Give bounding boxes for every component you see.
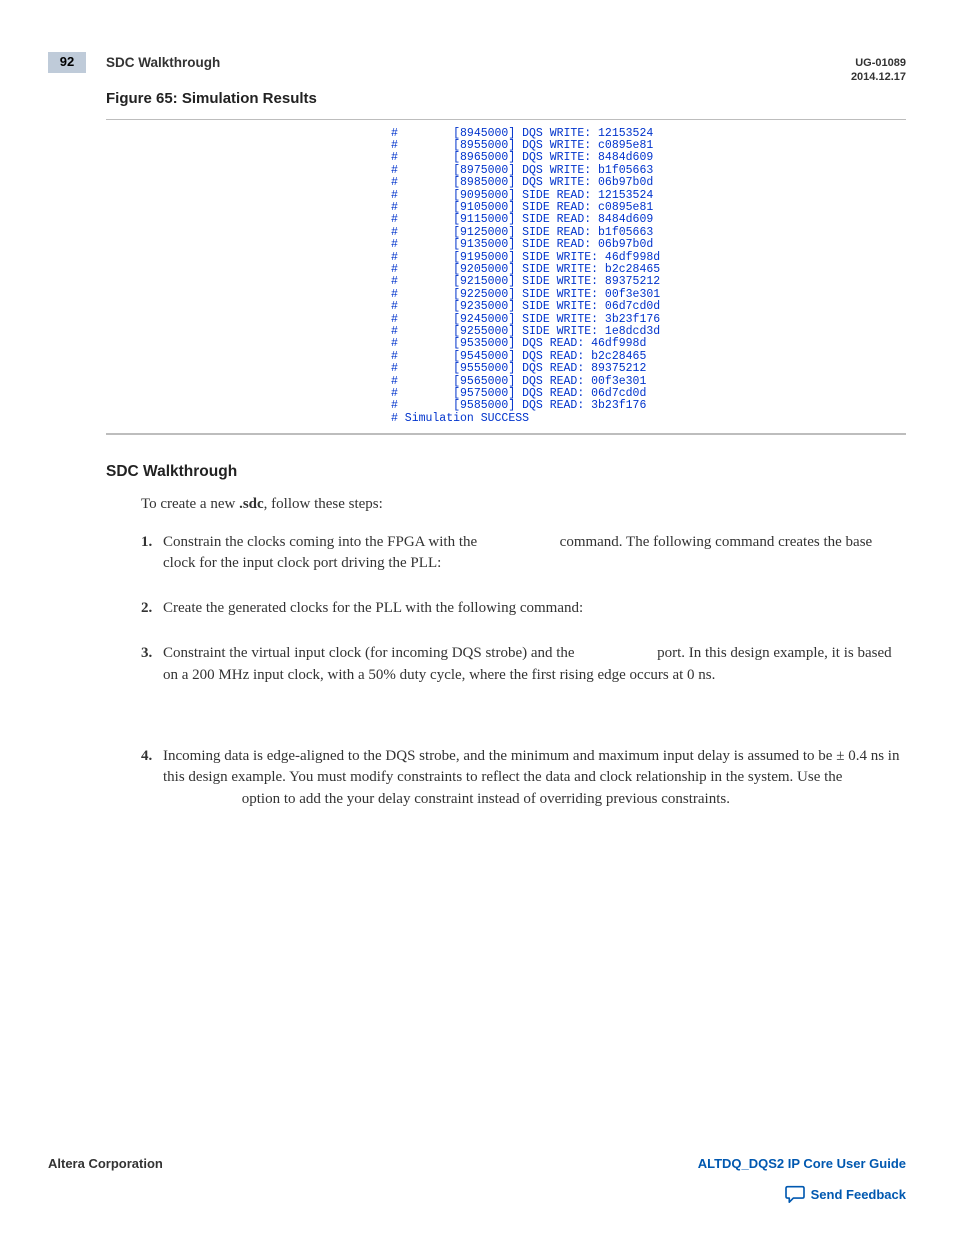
section-heading: SDC Walkthrough — [106, 463, 906, 481]
footer-guide-link[interactable]: ALTDQ_DQS2 IP Core User Guide — [698, 1156, 906, 1171]
step-text-pre: Constrain the clocks coming into the FPG… — [163, 534, 481, 550]
send-feedback-link[interactable]: Send Feedback — [811, 1187, 906, 1202]
step-text-pre: Incoming data is edge-aligned to the DQS… — [163, 748, 899, 785]
step-item: 3. Constraint the virtual input clock (fo… — [141, 643, 906, 686]
step-number: 4. — [141, 746, 152, 767]
simulation-output: # [8945000] DQS WRITE: 12153524 # [89550… — [106, 119, 906, 436]
intro-paragraph: To create a new .sdc, follow these steps… — [141, 494, 906, 514]
intro-bold: .sdc — [239, 496, 264, 512]
step-number: 1. — [141, 532, 152, 553]
step-item: 1. Constrain the clocks coming into the F… — [141, 532, 906, 575]
intro-text-post: , follow these steps: — [264, 496, 383, 512]
page-footer: Altera Corporation ALTDQ_DQS2 IP Core Us… — [48, 1156, 906, 1203]
step-number: 3. — [141, 643, 152, 664]
step-item: 2. Create the generated clocks for the PL… — [141, 598, 906, 619]
figure-caption: Figure 65: Simulation Results — [106, 90, 906, 107]
inline-gap — [578, 645, 653, 661]
doc-id: UG-01089 — [851, 57, 906, 71]
simulation-log: # [8945000] DQS WRITE: 12153524 # [89550… — [106, 128, 906, 426]
intro-text-pre: To create a new — [141, 496, 239, 512]
footer-corp: Altera Corporation — [48, 1156, 163, 1171]
step-text-pre: Create the generated clocks for the PLL … — [163, 600, 583, 616]
ordered-steps: 1. Constrain the clocks coming into the F… — [141, 532, 906, 810]
step-text-pre: Constraint the virtual input clock (for … — [163, 645, 578, 661]
feedback-icon — [785, 1185, 805, 1203]
step-number: 2. — [141, 598, 152, 619]
step-text-post: option to add the your delay constraint … — [238, 791, 730, 807]
step-item: 4. Incoming data is edge-aligned to the D… — [141, 746, 906, 810]
breadcrumb: SDC Walkthrough — [106, 55, 220, 70]
doc-date: 2014.12.17 — [851, 71, 906, 85]
inline-gap — [481, 534, 556, 550]
page-number: 92 — [48, 52, 86, 73]
inline-gap — [163, 791, 238, 807]
header-bar: 92 SDC Walkthrough UG-01089 2014.12.17 — [48, 52, 906, 85]
